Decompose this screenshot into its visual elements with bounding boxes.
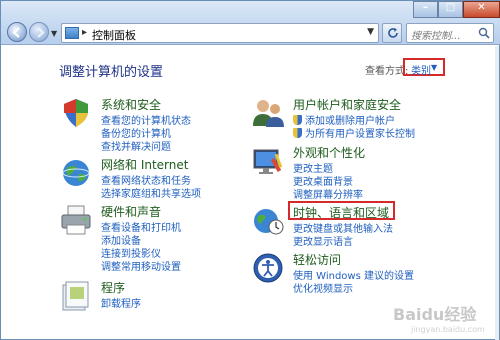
right-edge <box>495 46 499 340</box>
link-parental-controls[interactable]: 为所有用户设置家长控制 <box>293 125 415 140</box>
search-placeholder: 搜索控制... <box>411 31 461 42</box>
network-globe-icon <box>62 160 90 186</box>
uac-shield-icon <box>293 128 302 138</box>
ease-of-access-icon <box>253 253 283 283</box>
uac-shield-icon <box>293 115 302 125</box>
navigation-bar: – □ ✕ ▼ ▸ 控制面板 ▼ 搜索控制... <box>1 1 500 45</box>
watermark-url: jingyan.baidu.com <box>411 325 485 334</box>
printer-icon <box>61 205 91 235</box>
address-dropdown-icon[interactable]: ▼ <box>367 27 374 37</box>
category-title[interactable]: 用户帐户和家庭安全 <box>293 96 401 113</box>
breadcrumb-control-panel[interactable]: 控制面板 <box>92 27 136 43</box>
category-title[interactable]: 硬件和声音 <box>101 203 161 220</box>
view-by-label: 查看方式: <box>365 66 409 77</box>
refresh-button[interactable] <box>382 23 402 43</box>
view-by-dropdown-icon[interactable]: ▼ <box>431 63 437 72</box>
page-title: 调整计算机的设置 <box>59 65 164 80</box>
search-input[interactable]: 搜索控制... <box>406 23 494 43</box>
link-label: 为所有用户设置家长控制 <box>305 129 415 140</box>
category-title[interactable]: 网络和 Internet <box>101 156 188 173</box>
refresh-icon <box>388 28 398 38</box>
maximize-button[interactable]: □ <box>438 1 463 18</box>
link-optimize-visual-display[interactable]: 优化视频显示 <box>293 280 353 295</box>
history-dropdown-icon[interactable]: ▼ <box>51 29 57 38</box>
programs-box-icon <box>62 281 89 311</box>
link-screen-resolution[interactable]: 调整屏幕分辨率 <box>293 186 363 201</box>
category-title[interactable]: 轻松访问 <box>293 251 341 268</box>
control-panel-icon <box>65 27 79 39</box>
security-shield-icon <box>64 99 88 127</box>
search-icon[interactable] <box>478 27 490 39</box>
back-arrow-icon <box>12 27 20 38</box>
link-change-display-language[interactable]: 更改显示语言 <box>293 233 353 248</box>
link-uninstall-program[interactable]: 卸载程序 <box>101 295 141 310</box>
link-mobility-settings[interactable]: 调整常用移动设置 <box>101 258 181 273</box>
back-button[interactable] <box>7 22 27 42</box>
clock-globe-icon <box>254 209 284 235</box>
category-title[interactable]: 程序 <box>101 279 125 296</box>
clock-language-highlight <box>288 201 395 220</box>
category-title[interactable]: 系统和安全 <box>101 96 161 113</box>
control-panel-window: – □ ✕ ▼ ▸ 控制面板 ▼ 搜索控制... 调整计算机的设置 查看方式: … <box>0 0 500 340</box>
main-content: 调整计算机的设置 查看方式: 类别 ▼ 系统和安全 查看您的计算机状态 备份您的… <box>1 46 500 340</box>
forward-arrow-icon <box>37 27 45 38</box>
link-homegroup-sharing[interactable]: 选择家庭组和共享选项 <box>101 185 201 200</box>
close-button[interactable]: ✕ <box>463 1 500 18</box>
category-title[interactable]: 外观和个性化 <box>293 144 365 161</box>
minimize-button[interactable]: – <box>413 1 438 18</box>
address-bar[interactable]: ▸ 控制面板 ▼ <box>61 23 379 43</box>
breadcrumb-chevron-icon[interactable]: ▸ <box>82 27 87 38</box>
forward-button[interactable] <box>29 22 49 42</box>
link-find-fix-problems[interactable]: 查找并解决问题 <box>101 138 171 153</box>
display-paint-icon <box>253 149 283 174</box>
users-icon <box>253 100 284 127</box>
view-by-dropdown[interactable]: 类别 <box>411 62 431 77</box>
